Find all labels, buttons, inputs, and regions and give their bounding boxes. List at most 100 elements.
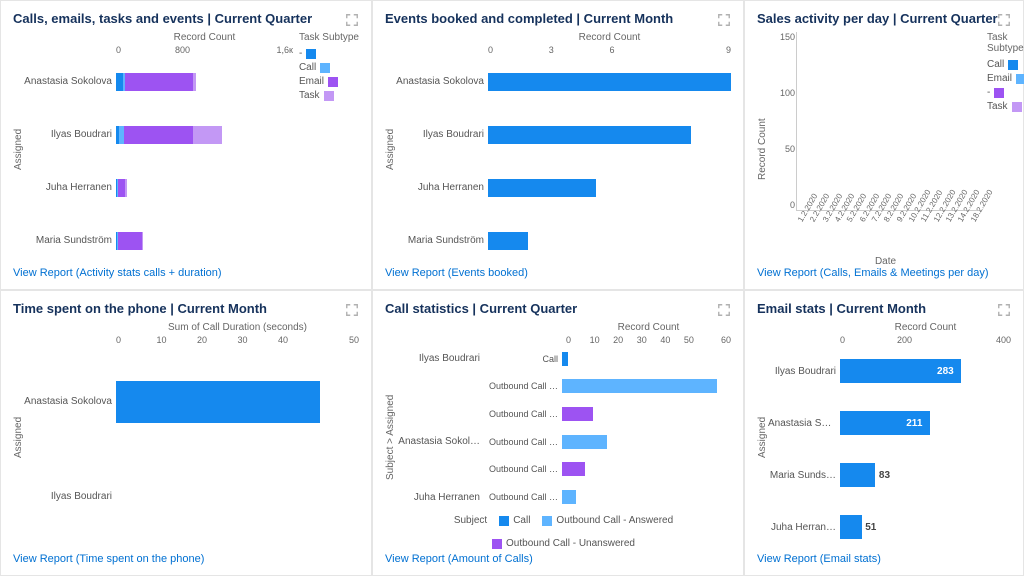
row-label: Ilyas Boudrari <box>24 491 116 502</box>
view-report-link[interactable]: View Report (Amount of Calls) <box>385 553 731 565</box>
x-axis-title: Record Count <box>116 32 293 43</box>
view-report-link[interactable]: View Report (Events booked) <box>385 267 731 279</box>
row-label: Juha Herran… <box>768 522 840 533</box>
chart: Subject > Assigned Record Count 01020304… <box>385 322 731 553</box>
row-label: Anastasia So… <box>768 418 840 429</box>
view-report-link[interactable]: View Report (Calls, Emails & Meetings pe… <box>757 267 1011 279</box>
row-label-subject: Call <box>484 354 562 364</box>
chart-row: Ilyas BoudrariCall <box>396 349 731 369</box>
view-report-link[interactable]: View Report (Time spent on the phone) <box>13 553 359 565</box>
row-label: Ilyas Boudrari <box>396 129 488 140</box>
chart-row: Maria Sunds… 83 <box>768 452 1011 498</box>
row-label: Anastasia Sokolova <box>24 76 116 87</box>
x-axis-label: Date <box>790 256 981 267</box>
bar-value: 51 <box>865 522 876 533</box>
row-label-assigned: Ilyas Boudrari <box>396 353 484 364</box>
y-axis-label: Assigned <box>13 322 24 553</box>
view-report-link[interactable]: View Report (Email stats) <box>757 553 1011 565</box>
y-axis-label: Assigned <box>757 322 768 553</box>
bar <box>488 232 731 250</box>
x-axis-title: Record Count <box>488 32 731 43</box>
card-title: Email stats | Current Month <box>757 301 1011 316</box>
card-sales-activity-per-day: Sales activity per day | Current Quarter… <box>744 0 1024 290</box>
legend: Subject Call Outbound Call - Answered Ou… <box>396 515 731 549</box>
x-axis-title: Sum of Call Duration (seconds) <box>116 322 359 333</box>
x-ticks: 0102030405060 <box>566 335 731 345</box>
card-time-spent-phone: Time spent on the phone | Current Month … <box>0 290 372 576</box>
bar <box>116 232 293 250</box>
chart-row: Juha Herranen <box>396 164 731 211</box>
bar <box>562 407 731 421</box>
bar <box>562 435 731 449</box>
bar <box>562 352 731 366</box>
row-label: Anastasia Sokolova <box>396 76 488 87</box>
row-label-subject: Outbound Call … <box>484 437 562 447</box>
expand-icon[interactable] <box>717 303 731 317</box>
bar-value: 83 <box>879 470 890 481</box>
bar <box>116 179 293 197</box>
chart-row: Anastasia Sokolova <box>396 58 731 105</box>
chart-row: Anastasia Sokolova <box>24 58 293 105</box>
card-call-statistics: Call statistics | Current Quarter Subjec… <box>372 290 744 576</box>
bar: 51 <box>840 515 1011 539</box>
chart-row: Juha HerranenOutbound Call … <box>396 487 731 507</box>
x-axis-title: Record Count <box>566 322 731 333</box>
chart: Assigned Record Count 08001,6к Anastasia… <box>13 32 359 267</box>
bar-value: 211 <box>906 418 922 429</box>
chart-row: Outbound Call … <box>396 377 731 397</box>
chart-row: Maria Sundström <box>24 217 293 264</box>
row-label: Anastasia Sokolova <box>24 396 116 407</box>
expand-icon[interactable] <box>345 13 359 27</box>
card-email-stats: Email stats | Current Month Assigned Rec… <box>744 290 1024 576</box>
row-label-subject: Outbound Call … <box>484 409 562 419</box>
chart-row: Ilyas Boudrari 283 <box>768 348 1011 394</box>
chart-row: Maria Sundström <box>396 217 731 264</box>
y-axis-label: Record Count <box>757 32 768 267</box>
x-ticks: 01020304050 <box>116 335 359 345</box>
card-events-booked: Events booked and completed | Current Mo… <box>372 0 744 290</box>
y-axis-label: Assigned <box>13 32 24 267</box>
y-axis-label: Assigned <box>385 32 396 267</box>
row-label-subject: Outbound Call … <box>484 492 562 502</box>
chart-row: Ilyas Boudrari <box>24 111 293 158</box>
row-label-subject: Outbound Call … <box>484 464 562 474</box>
card-title: Calls, emails, tasks and events | Curren… <box>13 11 359 26</box>
chart-row: Outbound Call … <box>396 460 731 480</box>
chart: Assigned Record Count 0369 Anastasia Sok… <box>385 32 731 267</box>
expand-icon[interactable] <box>345 303 359 317</box>
bar <box>562 490 731 504</box>
row-label-assigned: Anastasia Sokol… <box>396 436 484 447</box>
dashboard-grid: Calls, emails, tasks and events | Curren… <box>0 0 1024 576</box>
x-ticks: 08001,6к <box>116 45 293 55</box>
bar: 283 <box>840 359 1011 383</box>
card-title: Events booked and completed | Current Mo… <box>385 11 731 26</box>
row-label: Juha Herranen <box>24 182 116 193</box>
bar <box>562 379 731 393</box>
expand-icon[interactable] <box>997 303 1011 317</box>
chart-row: Outbound Call … <box>396 404 731 424</box>
expand-icon[interactable] <box>997 13 1011 27</box>
chart: Assigned Record Count 0200400 Ilyas Boud… <box>757 322 1011 553</box>
chart-row: Juha Herranen <box>24 164 293 211</box>
x-axis-title: Record Count <box>840 322 1011 333</box>
view-report-link[interactable]: View Report (Activity stats calls + dura… <box>13 267 359 279</box>
chart-row: Anastasia Sokolova <box>24 364 359 439</box>
card-title: Call statistics | Current Quarter <box>385 301 731 316</box>
bar <box>488 179 731 197</box>
card-title: Time spent on the phone | Current Month <box>13 301 359 316</box>
bar: 211 <box>840 411 1011 435</box>
row-label-subject: Outbound Call … <box>484 381 562 391</box>
x-ticks: 0200400 <box>840 335 1011 345</box>
card-calls-emails-tasks-events: Calls, emails, tasks and events | Curren… <box>0 0 372 290</box>
bar <box>116 126 293 144</box>
bar-value: 283 <box>937 366 954 377</box>
row-label: Maria Sunds… <box>768 470 840 481</box>
y-axis-label: Subject > Assigned <box>385 322 396 553</box>
chart-row: Ilyas Boudrari <box>396 111 731 158</box>
row-label: Ilyas Boudrari <box>768 366 840 377</box>
chart-row: Anastasia So… 211 <box>768 400 1011 446</box>
chart: Record Count 150100500 1.2.20202.2.20203… <box>757 32 1011 267</box>
expand-icon[interactable] <box>717 13 731 27</box>
bar <box>116 475 359 517</box>
bar <box>488 73 731 91</box>
